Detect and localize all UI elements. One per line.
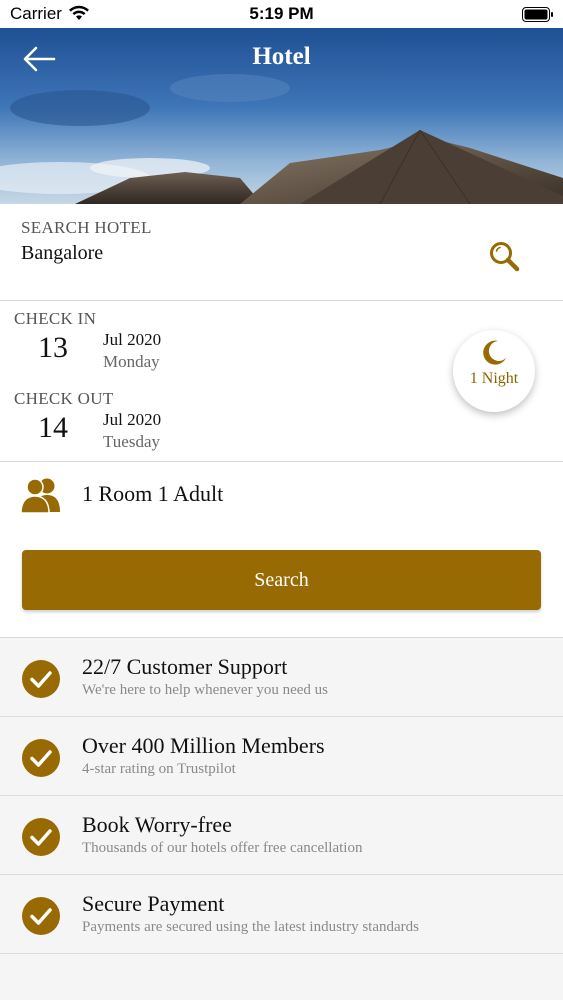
- feature-subtitle: 4-star rating on Trustpilot: [82, 761, 236, 777]
- status-bar: Carrier 5:19 PM: [0, 0, 563, 28]
- check-out-weekday: Tuesday: [103, 432, 160, 451]
- check-in-month: Jul 2020: [103, 330, 162, 349]
- feature-title: Secure Payment: [82, 891, 225, 916]
- feature-subtitle: Thousands of our hotels offer free cance…: [82, 840, 363, 856]
- people-icon: [20, 476, 62, 519]
- check-in-label: CHECK IN: [14, 309, 97, 328]
- search-hotel-field[interactable]: SEARCH HOTEL Bangalore: [0, 204, 563, 301]
- nights-count: 1 Night: [469, 370, 519, 387]
- check-in-day: 13: [38, 331, 68, 364]
- feature-title: 22/7 Customer Support: [82, 654, 288, 679]
- battery-icon: [522, 7, 554, 27]
- checkmark-icon: [22, 660, 60, 698]
- status-time: 5:19 PM: [249, 4, 314, 23]
- nights-badge: 1 Night: [453, 330, 535, 412]
- feature-members: Over 400 Million Members 4-star rating o…: [0, 717, 563, 796]
- feature-worry-free: Book Worry-free Thousands of our hotels …: [0, 796, 563, 875]
- search-button[interactable]: Search: [22, 550, 541, 610]
- features-list: 22/7 Customer Support We're here to help…: [0, 638, 563, 954]
- check-out-label: CHECK OUT: [14, 389, 114, 408]
- check-out-day: 14: [38, 411, 68, 444]
- feature-customer-support: 22/7 Customer Support We're here to help…: [0, 638, 563, 717]
- feature-subtitle: We're here to help whenever you need us: [82, 682, 328, 698]
- feature-title: Book Worry-free: [82, 812, 232, 837]
- rooms-guests-value[interactable]: 1 Room 1 Adult: [82, 481, 223, 507]
- checkmark-icon: [22, 739, 60, 777]
- checkmark-icon: [22, 897, 60, 935]
- guests-section: 1 Room 1 Adult Search: [0, 462, 563, 638]
- moon-icon: [483, 340, 506, 365]
- feature-secure-payment: Secure Payment Payments are secured usin…: [0, 875, 563, 954]
- search-hotel-label: SEARCH HOTEL: [21, 218, 152, 237]
- check-out-month: Jul 2020: [103, 410, 162, 429]
- page-title: Hotel: [252, 43, 311, 70]
- feature-subtitle: Payments are secured using the latest in…: [82, 919, 420, 935]
- feature-title: Over 400 Million Members: [82, 733, 325, 758]
- search-hotel-value[interactable]: Bangalore: [21, 242, 103, 265]
- search-icon[interactable]: [488, 240, 522, 274]
- check-in-weekday: Monday: [103, 352, 160, 371]
- header-banner: Hotel: [0, 28, 563, 204]
- checkmark-icon: [22, 818, 60, 856]
